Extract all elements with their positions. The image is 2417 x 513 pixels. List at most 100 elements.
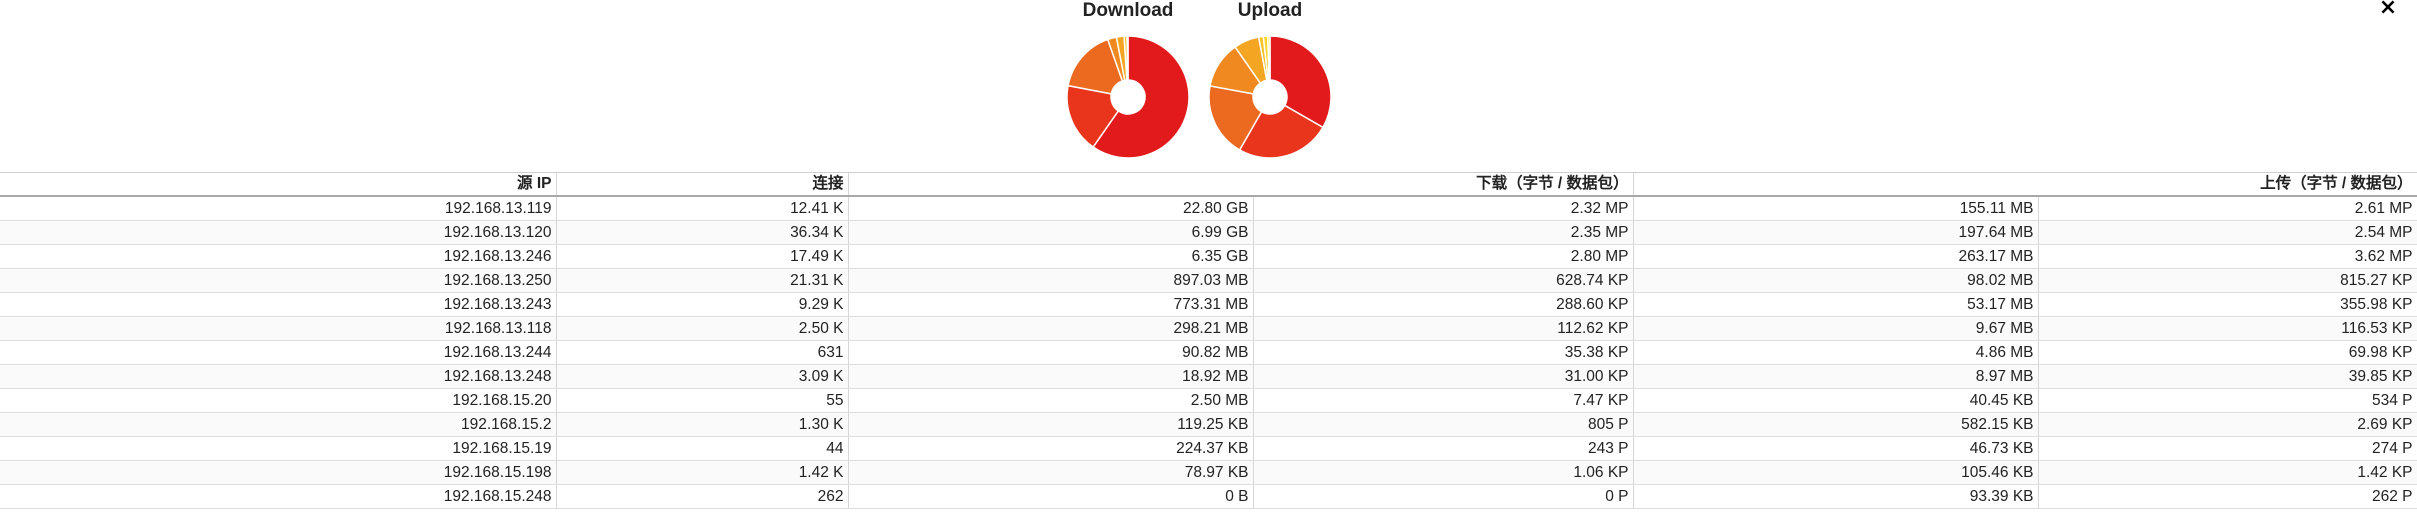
header-upload[interactable]: 上传（字节 / 数据包） bbox=[1633, 172, 2417, 197]
cell-download-packets: 1.06 KP bbox=[1253, 460, 1634, 485]
cell-src-ip: 192.168.15.2 bbox=[0, 412, 557, 437]
cell-upload-bytes: 40.45 KB bbox=[1633, 388, 2039, 413]
table-row[interactable]: 192.168.15.2 1.30 K 119.25 KB 805 P 582.15 K… bbox=[0, 412, 2417, 437]
cell-upload-packets: 2.54 MP bbox=[2038, 220, 2417, 245]
download-pie-chart bbox=[1066, 35, 1190, 159]
cell-download-packets: 2.32 MP bbox=[1253, 196, 1634, 221]
cell-download-packets: 31.00 KP bbox=[1253, 364, 1634, 389]
cell-download-packets: 112.62 KP bbox=[1253, 316, 1634, 341]
cell-src-ip: 192.168.13.244 bbox=[0, 340, 557, 365]
cell-src-ip: 192.168.13.120 bbox=[0, 220, 557, 245]
upload-pie-panel: Upload bbox=[1200, 0, 1340, 160]
cell-download-bytes: 0 B bbox=[848, 484, 1254, 509]
cell-src-ip: 192.168.15.198 bbox=[0, 460, 557, 485]
cell-upload-packets: 2.61 MP bbox=[2038, 196, 2417, 221]
cell-download-bytes: 224.37 KB bbox=[848, 436, 1254, 461]
cell-src-ip: 192.168.13.119 bbox=[0, 196, 557, 221]
cell-upload-packets: 355.98 KP bbox=[2038, 292, 2417, 317]
cell-download-bytes: 6.35 GB bbox=[848, 244, 1254, 269]
cell-download-bytes: 773.31 MB bbox=[848, 292, 1254, 317]
upload-pie-chart bbox=[1208, 35, 1332, 159]
table-row[interactable]: 192.168.13.244 631 90.82 MB 35.38 KP 4.86 MB… bbox=[0, 340, 2417, 365]
cell-upload-bytes: 98.02 MB bbox=[1633, 268, 2039, 293]
cell-download-bytes: 22.80 GB bbox=[848, 196, 1254, 221]
cell-download-bytes: 78.97 KB bbox=[848, 460, 1254, 485]
cell-upload-packets: 39.85 KP bbox=[2038, 364, 2417, 389]
cell-src-ip: 192.168.13.118 bbox=[0, 316, 557, 341]
table-row[interactable]: 192.168.13.243 9.29 K 773.31 MB 288.60 KP 53… bbox=[0, 292, 2417, 317]
cell-upload-bytes: 582.15 KB bbox=[1633, 412, 2039, 437]
cell-src-ip: 192.168.13.250 bbox=[0, 268, 557, 293]
cell-upload-bytes: 263.17 MB bbox=[1633, 244, 2039, 269]
header-src-ip[interactable]: 源 IP bbox=[0, 172, 557, 197]
table-row[interactable]: 192.168.13.120 36.34 K 6.99 GB 2.35 MP 197.6… bbox=[0, 220, 2417, 245]
cell-connections: 9.29 K bbox=[556, 292, 849, 317]
table-row[interactable]: 192.168.13.119 12.41 K 22.80 GB 2.32 MP 155.… bbox=[0, 196, 2417, 221]
header-download[interactable]: 下载（字节 / 数据包） bbox=[848, 172, 1634, 197]
cell-src-ip: 192.168.15.20 bbox=[0, 388, 557, 413]
cell-download-bytes: 119.25 KB bbox=[848, 412, 1254, 437]
table-row[interactable]: 192.168.13.250 21.31 K 897.03 MB 628.74 KP 9… bbox=[0, 268, 2417, 293]
cell-connections: 12.41 K bbox=[556, 196, 849, 221]
header-connections[interactable]: 连接 bbox=[556, 172, 849, 197]
cell-upload-bytes: 46.73 KB bbox=[1633, 436, 2039, 461]
cell-download-packets: 288.60 KP bbox=[1253, 292, 1634, 317]
cell-src-ip: 192.168.15.248 bbox=[0, 484, 557, 509]
cell-connections: 21.31 K bbox=[556, 268, 849, 293]
download-pie-slice-6[interactable] bbox=[1126, 35, 1129, 81]
cell-download-bytes: 897.03 MB bbox=[848, 268, 1254, 293]
table-row[interactable]: 192.168.15.248 262 0 B0 P 93.39 KB 262 P bbox=[0, 484, 2417, 509]
cell-download-packets: 628.74 KP bbox=[1253, 268, 1634, 293]
table-row[interactable]: 192.168.13.118 2.50 K 298.21 MB 112.62 KP 9.… bbox=[0, 316, 2417, 341]
cell-download-packets: 7.47 KP bbox=[1253, 388, 1634, 413]
cell-connections: 631 bbox=[556, 340, 849, 365]
table-row[interactable]: 192.168.15.20 55 2.50 MB 7.47 KP 40.45 KB 534… bbox=[0, 388, 2417, 413]
table-header-row: 源 IP 连接 下载（字节 / 数据包） 上传（字节 / 数据包） bbox=[0, 172, 2417, 197]
cell-upload-bytes: 197.64 MB bbox=[1633, 220, 2039, 245]
table-body: 192.168.13.119 12.41 K 22.80 GB 2.32 MP 155.… bbox=[0, 196, 2417, 509]
cell-src-ip: 192.168.13.243 bbox=[0, 292, 557, 317]
download-pie-title: Download bbox=[1082, 0, 1174, 21]
cell-download-bytes: 90.82 MB bbox=[848, 340, 1254, 365]
cell-upload-packets: 116.53 KP bbox=[2038, 316, 2417, 341]
table-row[interactable]: 192.168.13.248 3.09 K 18.92 MB 31.00 KP 8.97… bbox=[0, 364, 2417, 389]
cell-connections: 1.30 K bbox=[556, 412, 849, 437]
cell-upload-packets: 534 P bbox=[2038, 388, 2417, 413]
cell-download-packets: 2.80 MP bbox=[1253, 244, 1634, 269]
cell-download-bytes: 298.21 MB bbox=[848, 316, 1254, 341]
cell-upload-bytes: 93.39 KB bbox=[1633, 484, 2039, 509]
cell-upload-bytes: 155.11 MB bbox=[1633, 196, 2039, 221]
close-icon[interactable]: × bbox=[2376, 0, 2400, 20]
hosts-page: × Download Upload 源 IP 连接 下载（字节 / 数据包） 上… bbox=[0, 0, 2417, 513]
cell-connections: 36.34 K bbox=[556, 220, 849, 245]
cell-download-packets: 243 P bbox=[1253, 436, 1634, 461]
cell-upload-bytes: 4.86 MB bbox=[1633, 340, 2039, 365]
cell-download-bytes: 6.99 GB bbox=[848, 220, 1254, 245]
cell-download-bytes: 18.92 MB bbox=[848, 364, 1254, 389]
cell-upload-packets: 69.98 KP bbox=[2038, 340, 2417, 365]
cell-download-bytes: 2.50 MB bbox=[848, 388, 1254, 413]
cell-connections: 17.49 K bbox=[556, 244, 849, 269]
download-pie-panel: Download bbox=[1058, 0, 1198, 160]
hosts-table: 源 IP 连接 下载（字节 / 数据包） 上传（字节 / 数据包） 192.16… bbox=[0, 172, 2417, 509]
cell-download-packets: 0 P bbox=[1253, 484, 1634, 509]
table-row[interactable]: 192.168.13.246 17.49 K 6.35 GB 2.80 MP 263.1… bbox=[0, 244, 2417, 269]
cell-src-ip: 192.168.15.19 bbox=[0, 436, 557, 461]
table-row[interactable]: 192.168.15.19 44 224.37 KB 243 P 46.73 KB 274… bbox=[0, 436, 2417, 461]
upload-pie-title: Upload bbox=[1237, 0, 1303, 21]
cell-src-ip: 192.168.13.248 bbox=[0, 364, 557, 389]
cell-connections: 2.50 K bbox=[556, 316, 849, 341]
cell-download-packets: 2.35 MP bbox=[1253, 220, 1634, 245]
cell-upload-bytes: 53.17 MB bbox=[1633, 292, 2039, 317]
cell-src-ip: 192.168.13.246 bbox=[0, 244, 557, 269]
cell-upload-bytes: 105.46 KB bbox=[1633, 460, 2039, 485]
cell-connections: 44 bbox=[556, 436, 849, 461]
cell-upload-packets: 262 P bbox=[2038, 484, 2417, 509]
cell-upload-packets: 274 P bbox=[2038, 436, 2417, 461]
cell-connections: 55 bbox=[556, 388, 849, 413]
cell-upload-bytes: 9.67 MB bbox=[1633, 316, 2039, 341]
table-row[interactable]: 192.168.15.198 1.42 K 78.97 KB 1.06 KP 105.4… bbox=[0, 460, 2417, 485]
cell-upload-packets: 3.62 MP bbox=[2038, 244, 2417, 269]
cell-upload-packets: 1.42 KP bbox=[2038, 460, 2417, 485]
cell-download-packets: 35.38 KP bbox=[1253, 340, 1634, 365]
